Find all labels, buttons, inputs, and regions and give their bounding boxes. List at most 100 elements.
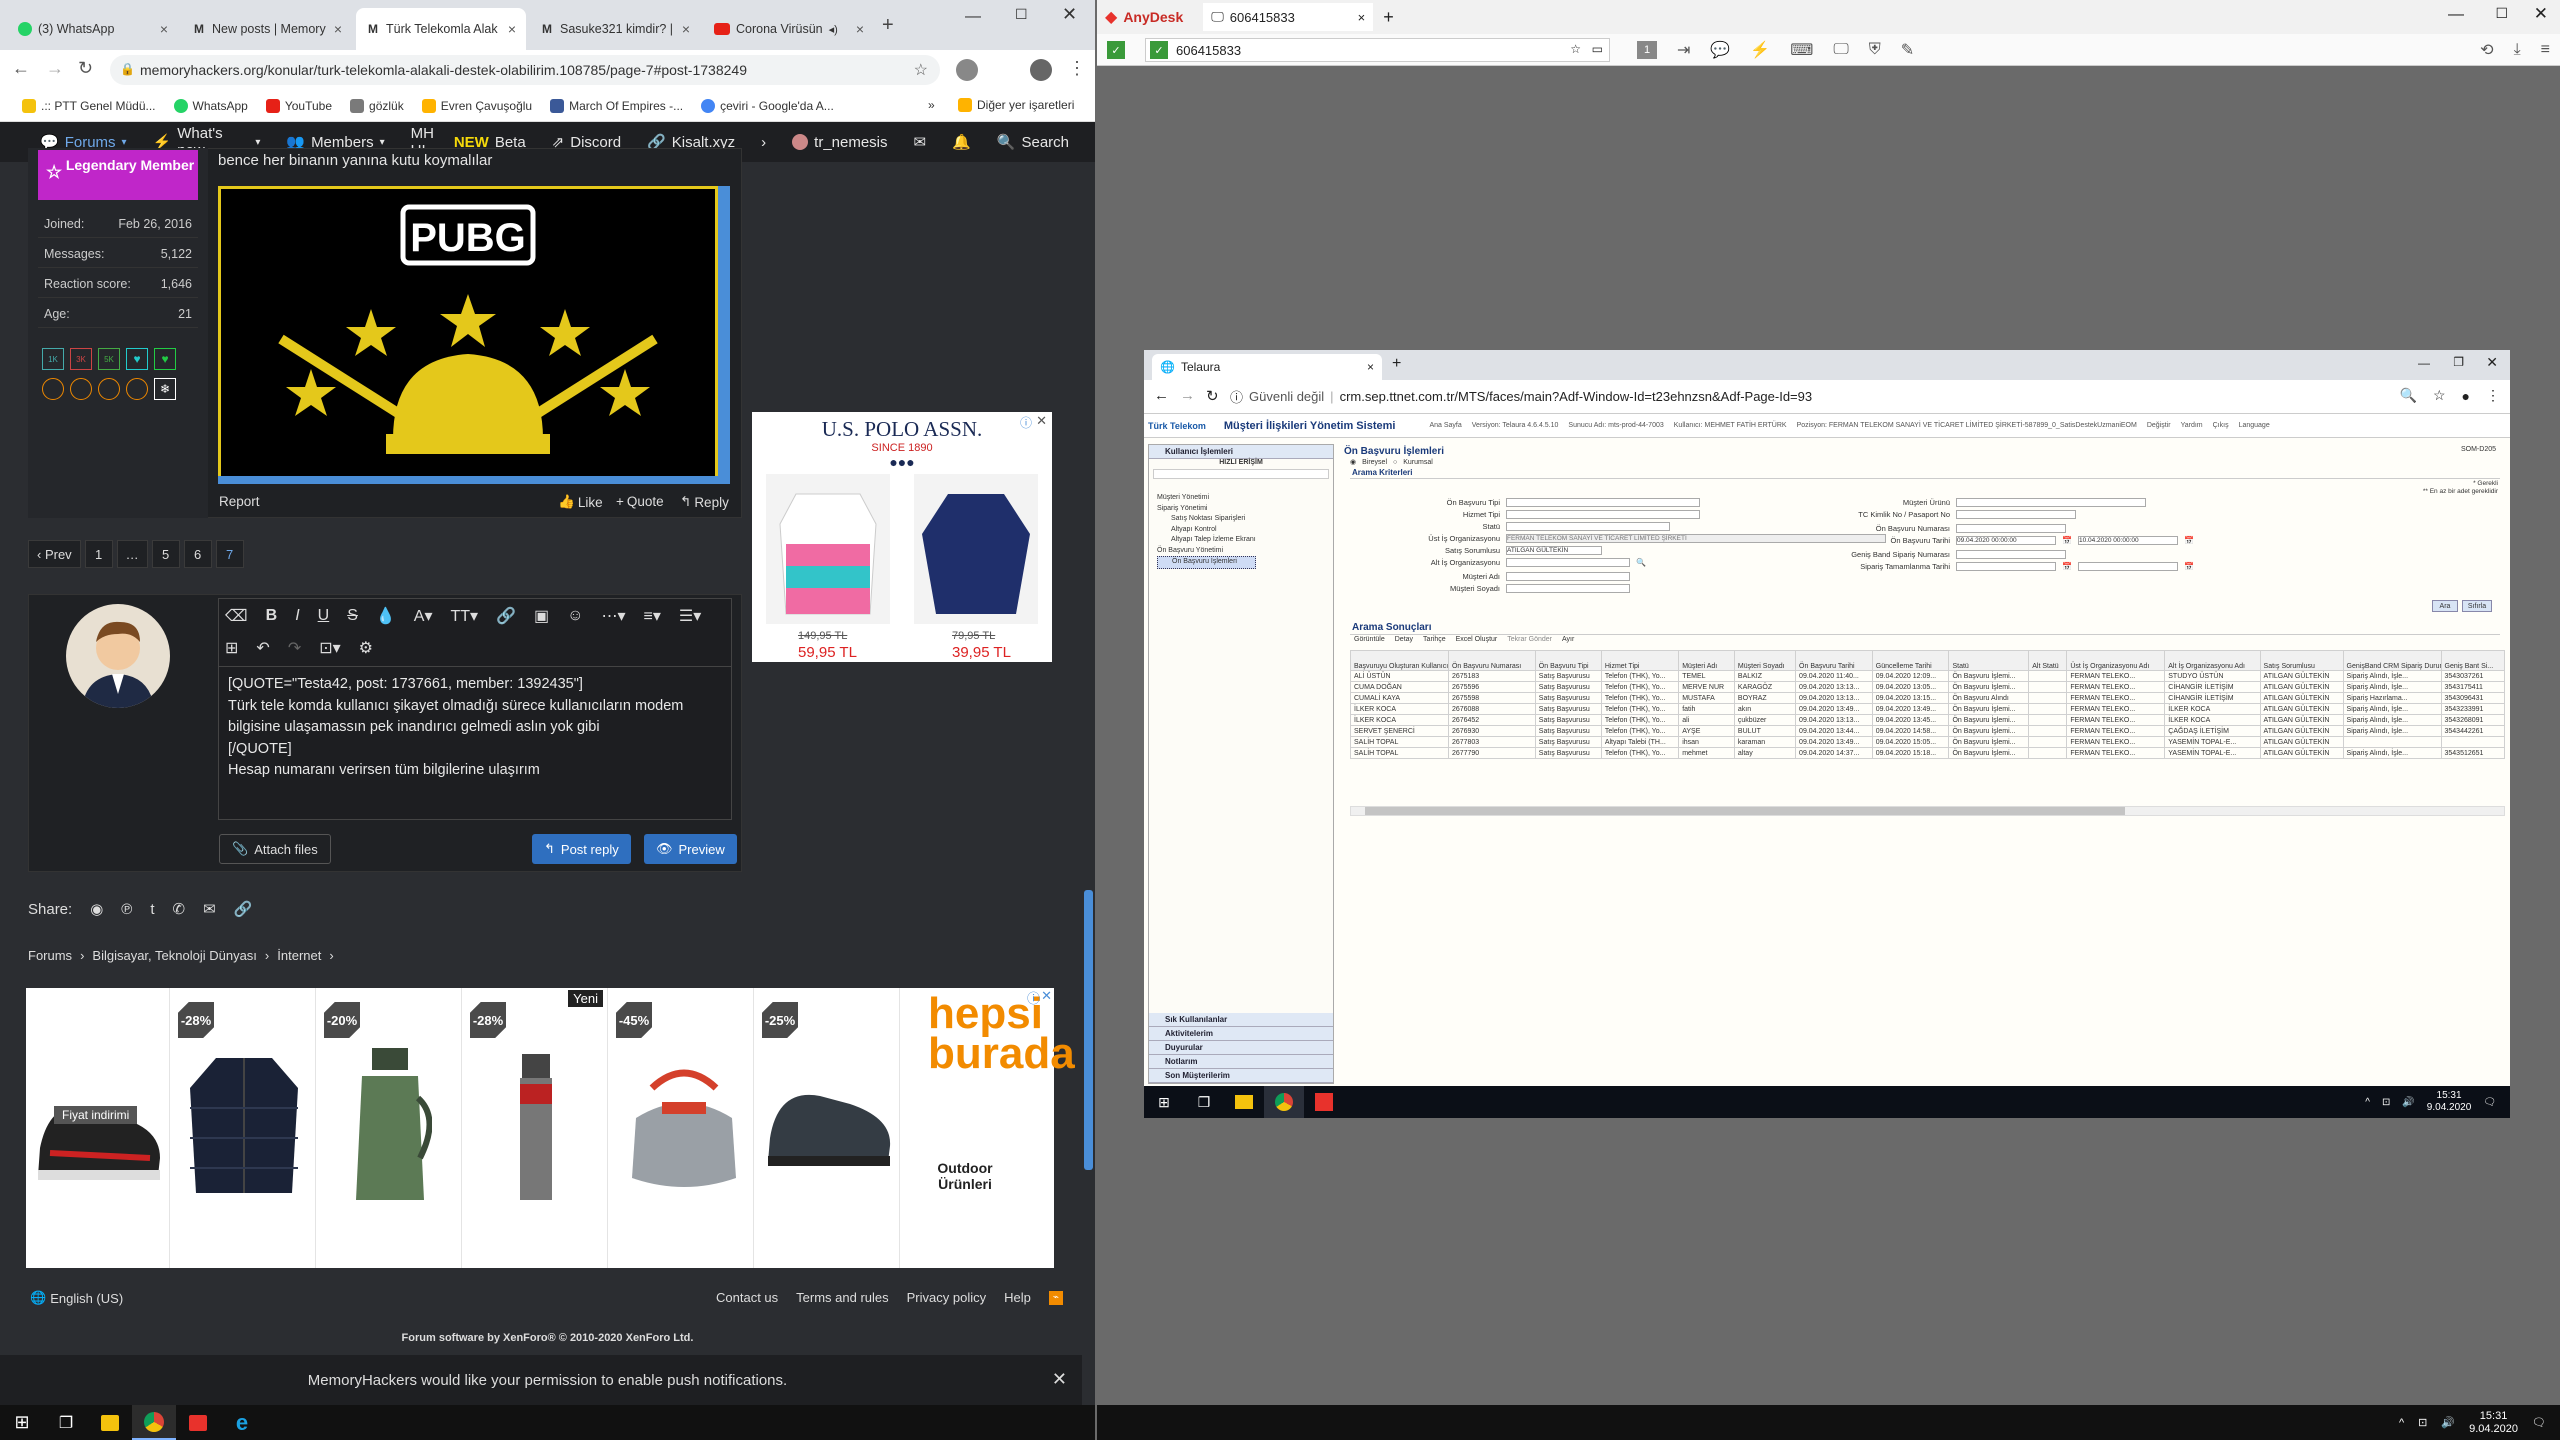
new-tab-button[interactable]: + <box>1383 7 1394 28</box>
font-icon[interactable]: A▾ <box>414 606 433 626</box>
breadcrumb-item[interactable]: Bilgisayar, Teknoloji Dünyası <box>92 948 257 963</box>
align-icon[interactable]: ≡▾ <box>644 606 661 626</box>
column-header[interactable]: Ön Başvuru Tarihi <box>1795 650 1873 671</box>
trophy-icon[interactable]: 1K <box>42 348 64 370</box>
medal-icon[interactable] <box>98 378 120 400</box>
session-tab[interactable]: 🖵 606415833 × <box>1203 3 1374 31</box>
report-link[interactable]: Report <box>219 494 260 509</box>
prev-page[interactable]: ‹ Prev <box>28 540 81 568</box>
column-header[interactable]: Başvuruyu Oluşturan Kullanıcı <box>1350 650 1449 671</box>
notification-icon[interactable]: 🗨 <box>2532 1416 2546 1429</box>
column-header[interactable]: Müşteri Soyadı <box>1733 650 1797 671</box>
resend-button[interactable]: Tekrar Gönder <box>1507 636 1552 643</box>
chrome-icon[interactable] <box>1264 1086 1304 1118</box>
radio-bireysel[interactable]: ◉ <box>1350 458 1356 466</box>
profile-avatar[interactable] <box>1030 59 1052 81</box>
window-close-button[interactable]: ✕ <box>2486 354 2498 371</box>
address-bar[interactable]: 🔒 memoryhackers.org/konular/turk-telekom… <box>110 55 940 85</box>
more-icon[interactable]: ⋯▾ <box>601 606 625 626</box>
breadcrumb-item[interactable]: İnternet <box>277 948 321 963</box>
minimize-button[interactable]: — <box>2448 6 2464 24</box>
close-icon[interactable]: × <box>1367 360 1374 374</box>
window-close-button[interactable]: ✕ <box>1062 4 1077 25</box>
anydesk-icon[interactable] <box>1304 1086 1344 1118</box>
header-home-link[interactable]: Ana Sayfa <box>1429 422 1461 429</box>
speaker-icon[interactable]: ◂) <box>829 23 838 36</box>
nav-more[interactable]: › <box>761 134 766 151</box>
gear-icon[interactable]: ⚙ <box>359 638 373 658</box>
table-row[interactable]: ALİ ÜSTÜN 2675183 Satış Başvurusu Telefon (… <box>1350 670 2505 682</box>
new-tab-button[interactable]: + <box>882 14 894 37</box>
pen-icon[interactable]: ✎ <box>1901 40 1914 60</box>
page-1[interactable]: 1 <box>84 540 113 568</box>
hamburger-icon[interactable]: ≡ <box>2541 41 2550 59</box>
keyboard-icon[interactable]: ⌨ <box>1790 40 1813 60</box>
tab-corona[interactable]: Corona Virüsün ◂) × <box>704 8 874 50</box>
remote-address-bar[interactable]: ⓘ Güvenli değil | crm.sep.ttnet.com.tr/M… <box>1230 387 1812 406</box>
column-header[interactable]: Ön Başvuru Tipi <box>1534 650 1602 671</box>
tree-item[interactable]: Sipariş Yönetimi <box>1157 504 1256 515</box>
view-menu[interactable]: Görüntüle <box>1354 636 1385 643</box>
prebasvuru-type-select[interactable] <box>1506 498 1700 507</box>
column-header[interactable]: Güncelleme Tarihi <box>1871 650 1950 671</box>
monitor-icon[interactable]: ▭ <box>1592 42 1603 56</box>
search-button[interactable]: Ara <box>2432 600 2458 612</box>
volume-icon[interactable]: 🔊 <box>2402 1097 2414 1108</box>
excel-button[interactable]: Excel Oluştur <box>1456 636 1498 643</box>
column-header[interactable]: Müşteri Adı <box>1678 650 1735 671</box>
preview-button[interactable]: 👁 Preview <box>644 834 737 864</box>
maximize-button[interactable]: ❐ <box>2453 355 2464 369</box>
close-icon[interactable]: × <box>334 21 342 37</box>
close-icon[interactable]: × <box>160 21 168 37</box>
tree-item[interactable]: Satış Noktası Siparişleri <box>1157 514 1256 525</box>
file-explorer-icon[interactable] <box>1224 1086 1264 1118</box>
tree-item[interactable]: Altyapı Talep İzleme Ekranı <box>1157 535 1256 546</box>
tab-telaura[interactable]: 🌐 Telaura × <box>1152 354 1382 380</box>
menu-recent-customers[interactable]: Son Müşterilerim <box>1149 1069 1333 1083</box>
ad-product[interactable]: Fiyat indirimi <box>26 988 170 1268</box>
trophy-icon[interactable]: 5K <box>98 348 120 370</box>
italic-icon[interactable]: I <box>295 607 299 625</box>
menu-activities[interactable]: Aktivitelerim <box>1149 1027 1333 1041</box>
column-header[interactable]: Geniş Bant Si... <box>2440 650 2505 671</box>
remote-clock[interactable]: 15:31 9.04.2020 <box>2427 1090 2472 1114</box>
tab-sasuke[interactable]: M Sasuke321 kimdir? | × <box>530 8 700 50</box>
reload-icon[interactable]: ↻ <box>78 58 93 79</box>
reddit-icon[interactable]: ◉ <box>90 900 103 918</box>
column-header[interactable]: Alt Statü <box>2028 650 2068 671</box>
menu-announcements[interactable]: Duyurular <box>1149 1041 1333 1055</box>
close-icon[interactable]: × <box>1358 10 1366 25</box>
window-close-button[interactable]: ✕ <box>2534 4 2548 24</box>
nav-search[interactable]: 🔍 Search <box>997 133 1069 152</box>
table-row[interactable]: CUMALİ KAYA 2675598 Satış Başvurusu Telefon… <box>1350 692 2505 704</box>
nav-inbox[interactable]: ✉ <box>914 133 927 151</box>
windows-start-icon[interactable]: ⊞ <box>0 1405 44 1440</box>
like-button[interactable]: 👍 Like <box>558 494 603 510</box>
column-header[interactable]: Üst İş Organizasyonu Adı <box>2066 650 2166 671</box>
search-icon[interactable]: 🔍 <box>1636 558 1646 567</box>
editor-text[interactable]: [QUOTE="Testa42, post: 1737661, member: … <box>228 674 683 782</box>
reset-button[interactable]: Sıfırla <box>2462 600 2492 612</box>
anydesk-address-input[interactable]: ✓ 606415833 ☆ ▭ <box>1145 38 1610 62</box>
search-icon[interactable]: 🔍 <box>2400 387 2417 404</box>
font-size-icon[interactable]: TT▾ <box>451 606 479 626</box>
language-link[interactable]: Language <box>2239 422 2270 429</box>
column-header[interactable]: Ön Başvuru Numarası <box>1447 650 1536 671</box>
underline-icon[interactable]: U <box>318 607 330 625</box>
pinterest-icon[interactable]: ℗ <box>121 901 132 918</box>
bold-icon[interactable]: B <box>266 607 278 625</box>
minimize-button[interactable]: — <box>965 8 981 26</box>
maximize-button[interactable]: ☐ <box>2495 5 2508 22</box>
bookmark-evren[interactable]: Evren Çavuşoğlu <box>421 98 532 113</box>
snowflake-icon[interactable]: ❄ <box>154 378 176 400</box>
chrome-icon[interactable] <box>132 1405 176 1440</box>
close-icon[interactable]: ✕ <box>1041 988 1052 1004</box>
close-icon[interactable]: ✕ <box>1052 1369 1067 1390</box>
ad-product[interactable]: -45% <box>610 988 754 1268</box>
som-select[interactable]: SOM-D205 <box>2461 446 2496 453</box>
forward-icon[interactable]: → <box>1180 387 1195 404</box>
whatsapp-icon[interactable]: ✆ <box>173 900 186 918</box>
table-icon[interactable]: ⊞ <box>225 638 238 658</box>
tab-turk-telekom[interactable]: M Türk Telekomla Alak × <box>356 8 526 50</box>
table-row[interactable]: İLKER KOCA 2676088 Satış Başvurusu Telefon … <box>1350 703 2505 715</box>
